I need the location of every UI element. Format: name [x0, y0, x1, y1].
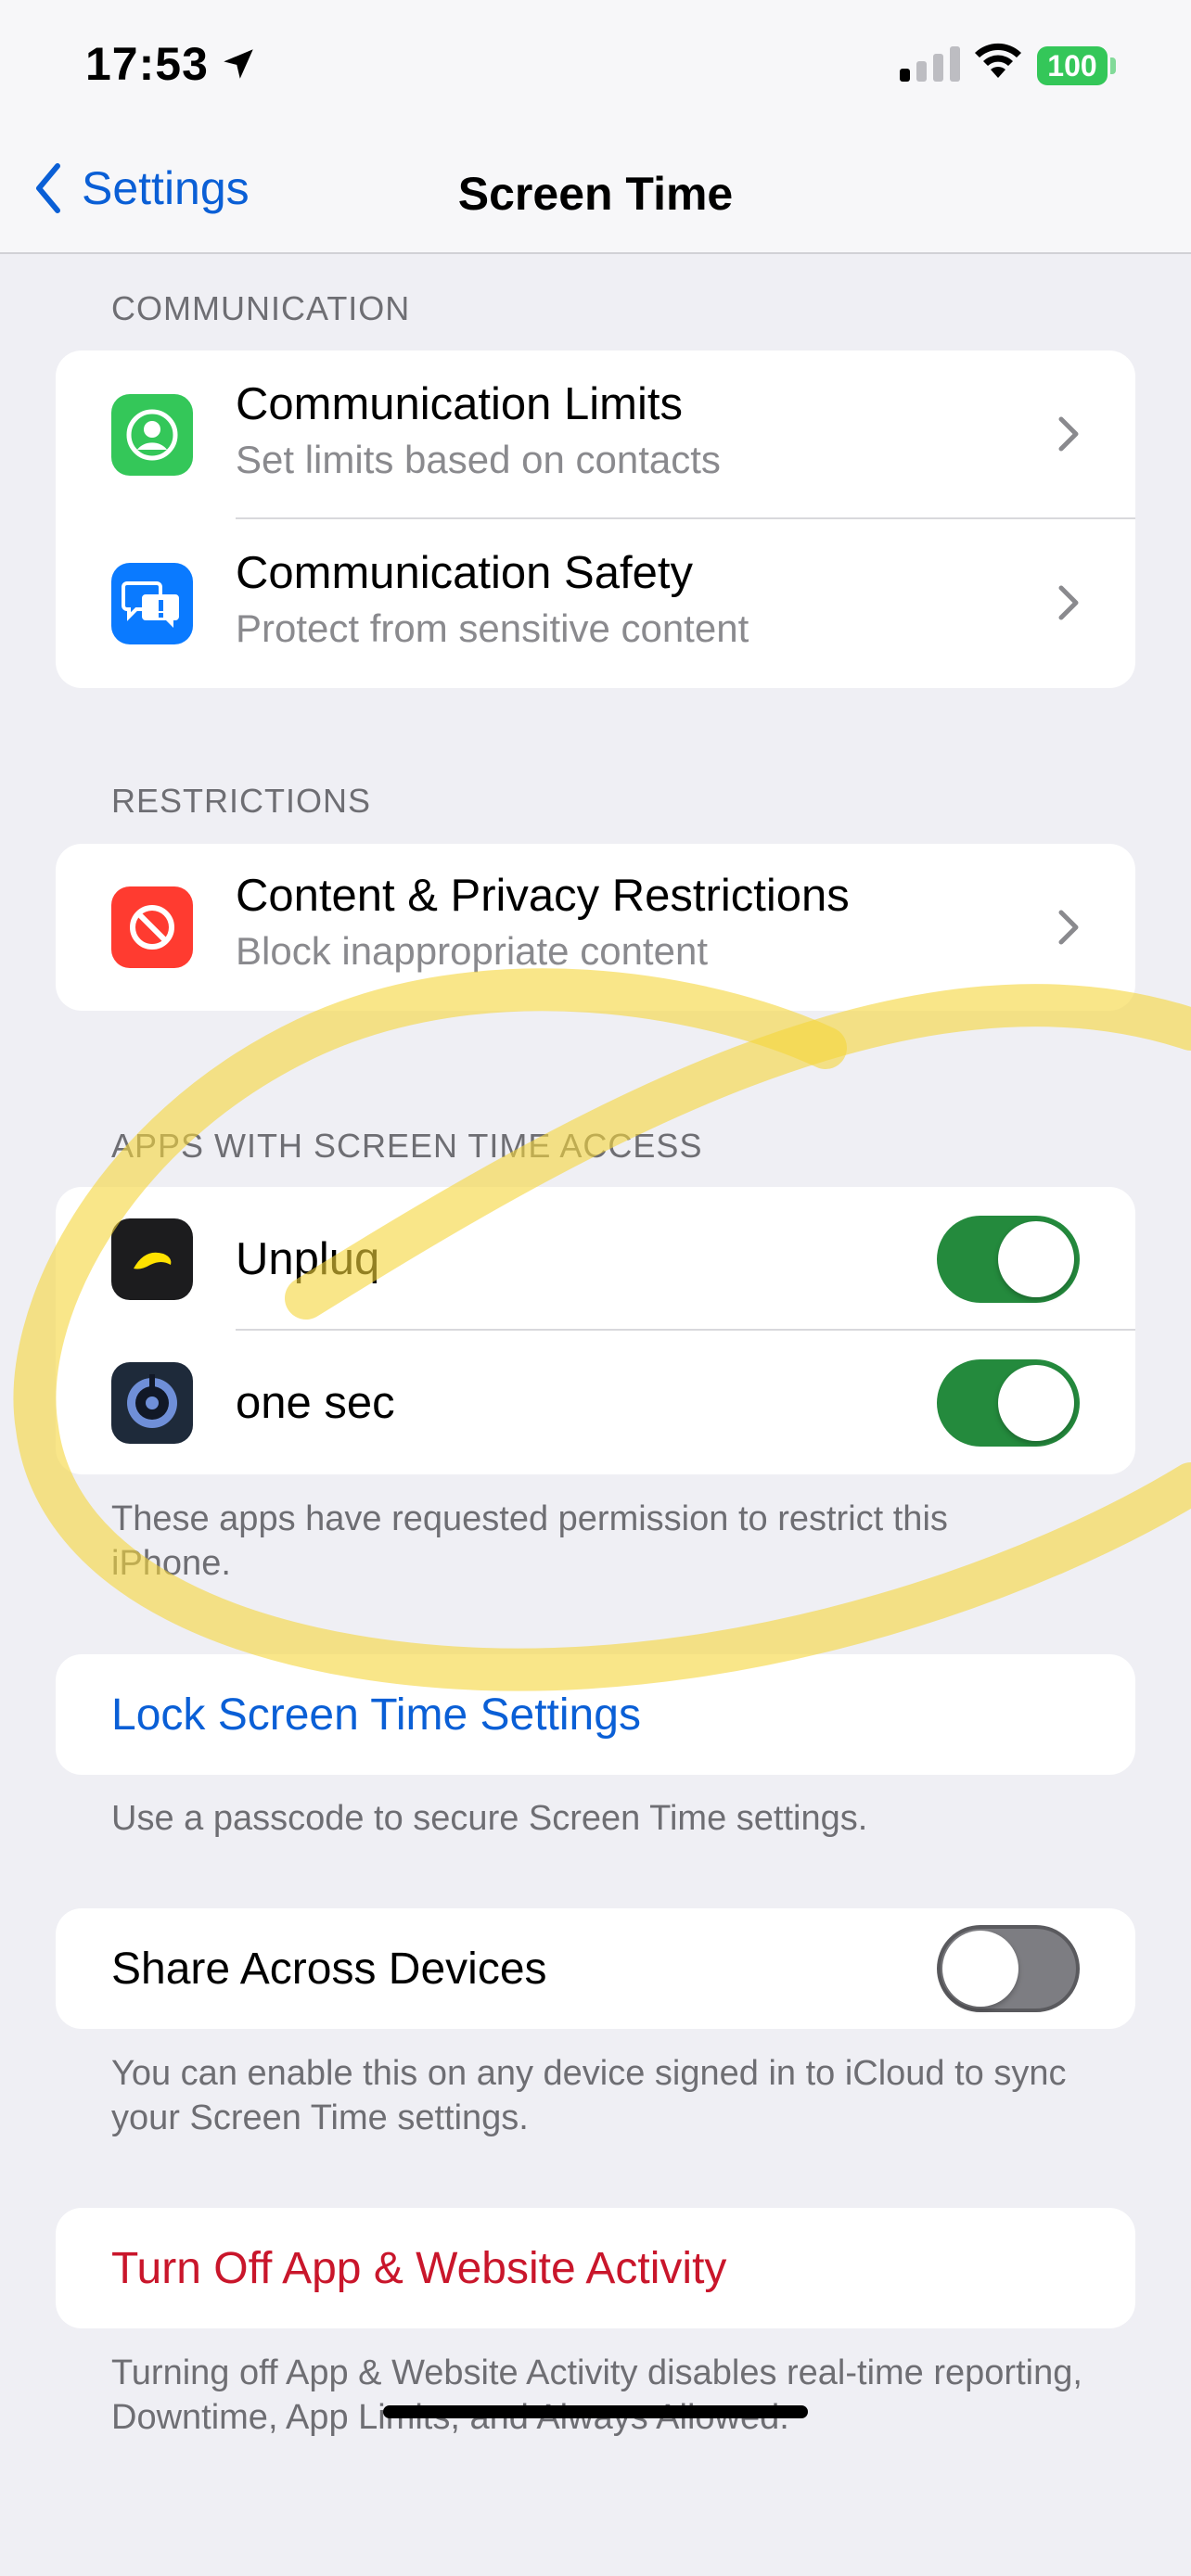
section-header-restrictions: RESTRICTIONS [111, 782, 372, 820]
lock-group: Lock Screen Time Settings [56, 1654, 1135, 1775]
app-name-unpluq: Unpluq [236, 1234, 380, 1284]
page-title: Screen Time [457, 168, 734, 220]
app-row-unpluq: Unpluq [56, 1187, 1135, 1331]
status-bar: 17:53 100 [0, 0, 1191, 139]
turn-off-group: Turn Off App & Website Activity [56, 2208, 1135, 2328]
turn-off-footer: Turning off App & Website Activity disab… [111, 2353, 1082, 2437]
share-across-devices-label: Share Across Devices [111, 1945, 547, 1994]
apps-access-group: Unpluq one sec [56, 1187, 1135, 1474]
share-group: Share Across Devices [56, 1908, 1135, 2029]
share-across-devices-toggle[interactable] [937, 1925, 1080, 2012]
navigation-bar: Settings Screen Time [0, 139, 1191, 254]
status-time: 17:53 [85, 38, 209, 90]
wifi-icon [975, 43, 1021, 78]
person-circle-icon [111, 394, 193, 476]
location-arrow-icon [224, 49, 253, 79]
apps-access-footer: These apps have requested permission to … [111, 1499, 948, 1583]
screen: 17:53 100 Settings Screen Time COMMUNICA… [0, 0, 1191, 2576]
toggle-knob [942, 1931, 1018, 2007]
home-indicator[interactable] [383, 2405, 808, 2418]
no-entry-icon [111, 886, 193, 968]
toggle-knob [998, 1365, 1074, 1441]
lock-screen-time-button[interactable]: Lock Screen Time Settings [111, 1690, 641, 1741]
battery-indicator: 100 [1037, 46, 1108, 85]
app-row-one-sec: one sec [56, 1331, 1135, 1474]
app-name-one-sec: one sec [236, 1378, 395, 1428]
communication-safety-title: Communication Safety [236, 548, 693, 598]
toggle-knob [998, 1221, 1074, 1297]
unpluq-toggle[interactable] [937, 1216, 1080, 1303]
chevron-right-icon [1058, 910, 1079, 945]
battery-cap [1110, 57, 1116, 74]
communication-limits-subtitle: Set limits based on contacts [236, 438, 721, 481]
one-sec-app-icon [111, 1362, 193, 1444]
content-privacy-row[interactable]: Content & Privacy Restrictions Block ina… [56, 844, 1135, 1011]
communication-limits-row[interactable]: Communication Limits Set limits based on… [56, 351, 1135, 519]
cellular-signal-icon [900, 45, 960, 82]
lock-footer: Use a passcode to secure Screen Time set… [111, 1799, 868, 1838]
communication-limits-title: Communication Limits [236, 379, 683, 429]
communication-safety-row[interactable]: Communication Safety Protect from sensit… [56, 519, 1135, 688]
communication-group: Communication Limits Set limits based on… [56, 351, 1135, 688]
chevron-right-icon [1058, 416, 1079, 452]
unpluq-app-icon [111, 1218, 193, 1300]
restrictions-group: Content & Privacy Restrictions Block ina… [56, 844, 1135, 1011]
one-sec-toggle[interactable] [937, 1359, 1080, 1447]
section-header-communication: COMMUNICATION [111, 289, 411, 327]
content-privacy-title: Content & Privacy Restrictions [236, 871, 850, 921]
content-privacy-subtitle: Block inappropriate content [236, 929, 708, 973]
share-footer: You can enable this on any device signed… [111, 2054, 1067, 2137]
chat-bubbles-icon [111, 563, 193, 644]
chevron-right-icon [1058, 585, 1079, 620]
communication-safety-subtitle: Protect from sensitive content [236, 606, 749, 650]
turn-off-activity-button[interactable]: Turn Off App & Website Activity [111, 2243, 726, 2294]
section-header-apps-access: APPS WITH SCREEN TIME ACCESS [111, 1127, 703, 1165]
